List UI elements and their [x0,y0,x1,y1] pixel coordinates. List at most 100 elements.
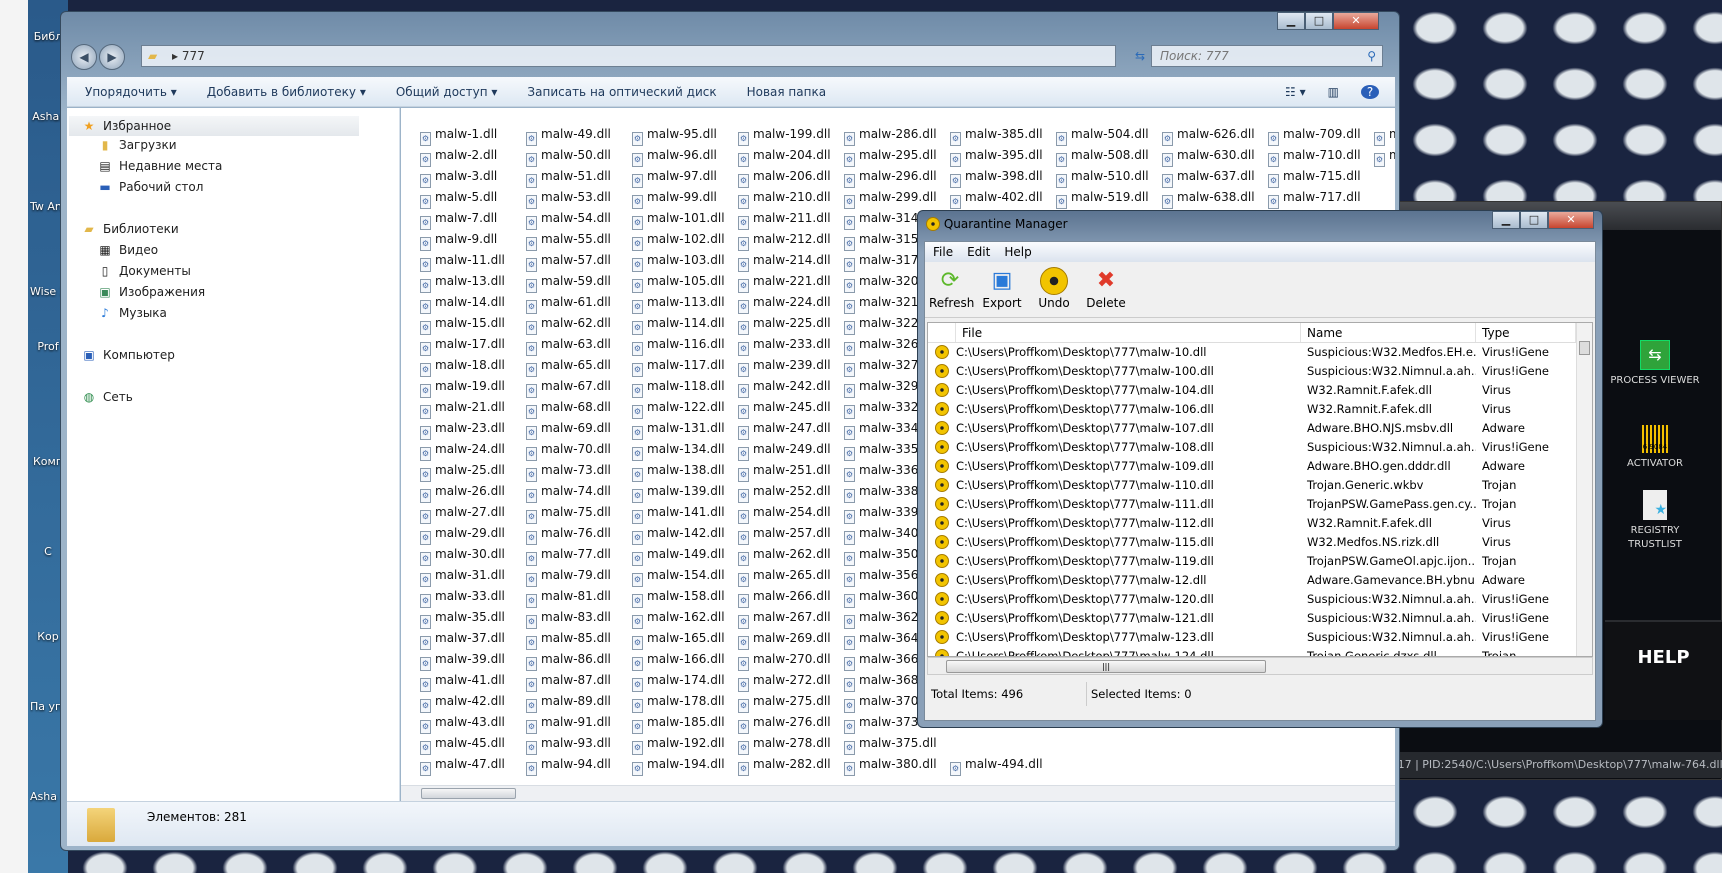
file-item[interactable]: ⚙ malw-278.dll [738,733,831,755]
minimize-button[interactable]: ▁ [1492,211,1520,229]
quarantine-row[interactable]: C:\Users\Proffkom\Desktop\777\malw-121.d… [928,609,1592,628]
file-item[interactable]: ⚙ malw-275.dll [738,691,831,713]
file-item[interactable]: ⚙ malw-18.dll [420,355,505,377]
file-item[interactable]: ⚙ malw-25.dll [420,460,505,482]
scrollbar-thumb[interactable]: ||| [946,660,1266,673]
refresh-icon[interactable]: ⇆ [1135,46,1145,66]
quarantine-row[interactable]: C:\Users\Proffkom\Desktop\777\malw-123.d… [928,628,1592,647]
file-item[interactable]: ⚙ malw-178.dll [632,691,725,713]
file-item[interactable]: ⚙ malw-7.dll [420,208,497,230]
file-item[interactable]: ⚙ malw-299.dll [844,187,937,209]
file-item[interactable]: ⚙ malw-267.dll [738,607,831,629]
menu-file[interactable]: File [933,242,953,262]
quarantine-row[interactable]: C:\Users\Proffkom\Desktop\777\malw-100.d… [928,362,1592,381]
file-item[interactable]: ⚙ malw-276.dll [738,712,831,734]
file-item[interactable]: ⚙ malw-233.dll [738,334,831,356]
file-item[interactable]: ⚙ malw-221.dll [738,271,831,293]
file-item[interactable]: ⚙ malw-251.dll [738,460,831,482]
file-item[interactable]: ⚙ malw-65.dll [526,355,611,377]
quarantine-row[interactable]: C:\Users\Proffkom\Desktop\777\malw-108.d… [928,438,1592,457]
file-item[interactable]: ⚙ malw-142.dll [632,523,725,545]
sidebar-item-downloads[interactable]: ▮ Загрузки [97,135,177,155]
file-item[interactable]: ⚙ malw-265.dll [738,565,831,587]
file-item[interactable]: ⚙ malw-85.dll [526,628,611,650]
search-input[interactable]: Поиск: 777 ⚲ [1151,45,1383,67]
file-item[interactable]: ⚙ malw-395.dll [950,145,1043,167]
sidebar-item-libraries[interactable]: ▰ Библиотеки [81,219,178,239]
file-item[interactable]: ⚙ malw-206.dll [738,166,831,188]
file-item[interactable]: ⚙ malw-709.dll [1268,124,1361,146]
menu-edit[interactable]: Edit [967,242,990,262]
file-item[interactable]: ⚙ malw-118.dll [632,376,725,398]
file-item[interactable]: ⚙ malw-55.dll [526,229,611,251]
minimize-button[interactable]: ▁ [1277,12,1305,30]
view-options-icon[interactable]: ☷ ▾ [1285,85,1306,99]
file-item[interactable]: ⚙ malw-185.dll [632,712,725,734]
file-item[interactable]: ⚙ malw-42.dll [420,691,505,713]
file-item[interactable]: ⚙ malw-257.dll [738,523,831,545]
file-item[interactable]: ⚙ malw-242.dll [738,376,831,398]
file-item[interactable]: ⚙ malw-158.dll [632,586,725,608]
file-item[interactable]: ⚙ malw-77.dll [526,544,611,566]
activator-tool[interactable]: 6.9084 ACTIVATOR [1610,425,1700,471]
quarantine-row[interactable]: C:\Users\Proffkom\Desktop\777\malw-115.d… [928,533,1592,552]
file-item[interactable]: ⚙ malw-31.dll [420,565,505,587]
quarantine-row[interactable]: C:\Users\Proffkom\Desktop\777\malw-109.d… [928,457,1592,476]
quarantine-row[interactable]: C:\Users\Proffkom\Desktop\777\malw-10.dl… [928,343,1592,362]
delete-button[interactable]: ✖ Delete [1085,266,1127,313]
file-item[interactable]: ⚙ malw-134.dll [632,439,725,461]
close-button[interactable]: ✕ [1333,12,1379,30]
file-item[interactable]: ⚙ malw-131.dll [632,418,725,440]
file-item[interactable]: ⚙ malw-83.dll [526,607,611,629]
file-item[interactable]: ⚙ malw-138.dll [632,460,725,482]
file-item[interactable]: ⚙ malw-62.dll [526,313,611,335]
file-item[interactable]: ⚙ malw-86.dll [526,649,611,671]
quarantine-row[interactable]: C:\Users\Proffkom\Desktop\777\malw-104.d… [928,381,1592,400]
file-item[interactable]: ⚙ malw-87.dll [526,670,611,692]
file-item[interactable]: ⚙ malw-29.dll [420,523,505,545]
file-item[interactable]: ⚙ malw-626.dll [1162,124,1255,146]
quarantine-row[interactable]: C:\Users\Proffkom\Desktop\777\malw-119.d… [928,552,1592,571]
file-item[interactable]: ⚙ malw-91.dll [526,712,611,734]
address-bar[interactable]: ▰ ▸ 777 ⇆ [141,45,1145,67]
file-item[interactable]: ⚙ mal [1374,124,1395,146]
sidebar-item-desktop[interactable]: ▬ Рабочий стол [97,177,203,197]
file-item[interactable]: ⚙ malw-162.dll [632,607,725,629]
file-item[interactable]: ⚙ malw-37.dll [420,628,505,650]
file-item[interactable]: ⚙ malw-102.dll [632,229,725,251]
forward-button[interactable]: ▶ [99,44,125,70]
file-item[interactable]: ⚙ malw-166.dll [632,649,725,671]
file-item[interactable]: ⚙ malw-122.dll [632,397,725,419]
file-item[interactable]: ⚙ malw-33.dll [420,586,505,608]
file-item[interactable]: ⚙ malw-141.dll [632,502,725,524]
file-item[interactable]: ⚙ malw-49.dll [526,124,611,146]
file-item[interactable]: ⚙ malw-214.dll [738,250,831,272]
sidebar-item-favorites[interactable]: ★ Избранное [69,116,359,136]
file-item[interactable]: ⚙ malw-76.dll [526,523,611,545]
file-item[interactable]: ⚙ malw-67.dll [526,376,611,398]
header-type[interactable]: Type [1476,323,1576,342]
quarantine-row[interactable]: C:\Users\Proffkom\Desktop\777\malw-120.d… [928,590,1592,609]
maximize-button[interactable]: □ [1305,12,1333,30]
registry-trustlist-tool[interactable]: ★ REGISTRY TRUSTLIST [1610,490,1700,552]
file-item[interactable]: ⚙ malw-53.dll [526,187,611,209]
file-item[interactable]: ⚙ malw-717.dll [1268,187,1361,209]
file-item[interactable]: ⚙ malw-519.dll [1056,187,1149,209]
help-icon[interactable]: ? [1361,84,1379,99]
file-item[interactable]: ⚙ malw-504.dll [1056,124,1149,146]
file-item[interactable]: ⚙ malw-204.dll [738,145,831,167]
add-to-library-button[interactable]: Добавить в библиотеку ▾ [207,85,366,99]
file-item[interactable]: ⚙ malw-89.dll [526,691,611,713]
file-item[interactable]: ⚙ malw-3.dll [420,166,497,188]
file-item[interactable]: ⚙ malw-30.dll [420,544,505,566]
process-viewer-tool[interactable]: ⇆ PROCESS VIEWER [1610,340,1700,388]
file-item[interactable]: ⚙ malw-225.dll [738,313,831,335]
file-item[interactable]: ⚙ malw-210.dll [738,187,831,209]
file-item[interactable]: ⚙ malw-710.dll [1268,145,1361,167]
file-item[interactable]: ⚙ malw-270.dll [738,649,831,671]
file-item[interactable]: ⚙ malw-114.dll [632,313,725,335]
file-item[interactable]: ⚙ malw-296.dll [844,166,937,188]
file-item[interactable]: ⚙ malw-510.dll [1056,166,1149,188]
file-item[interactable]: ⚙ malw-117.dll [632,355,725,377]
file-item[interactable]: ⚙ malw-47.dll [420,754,505,776]
